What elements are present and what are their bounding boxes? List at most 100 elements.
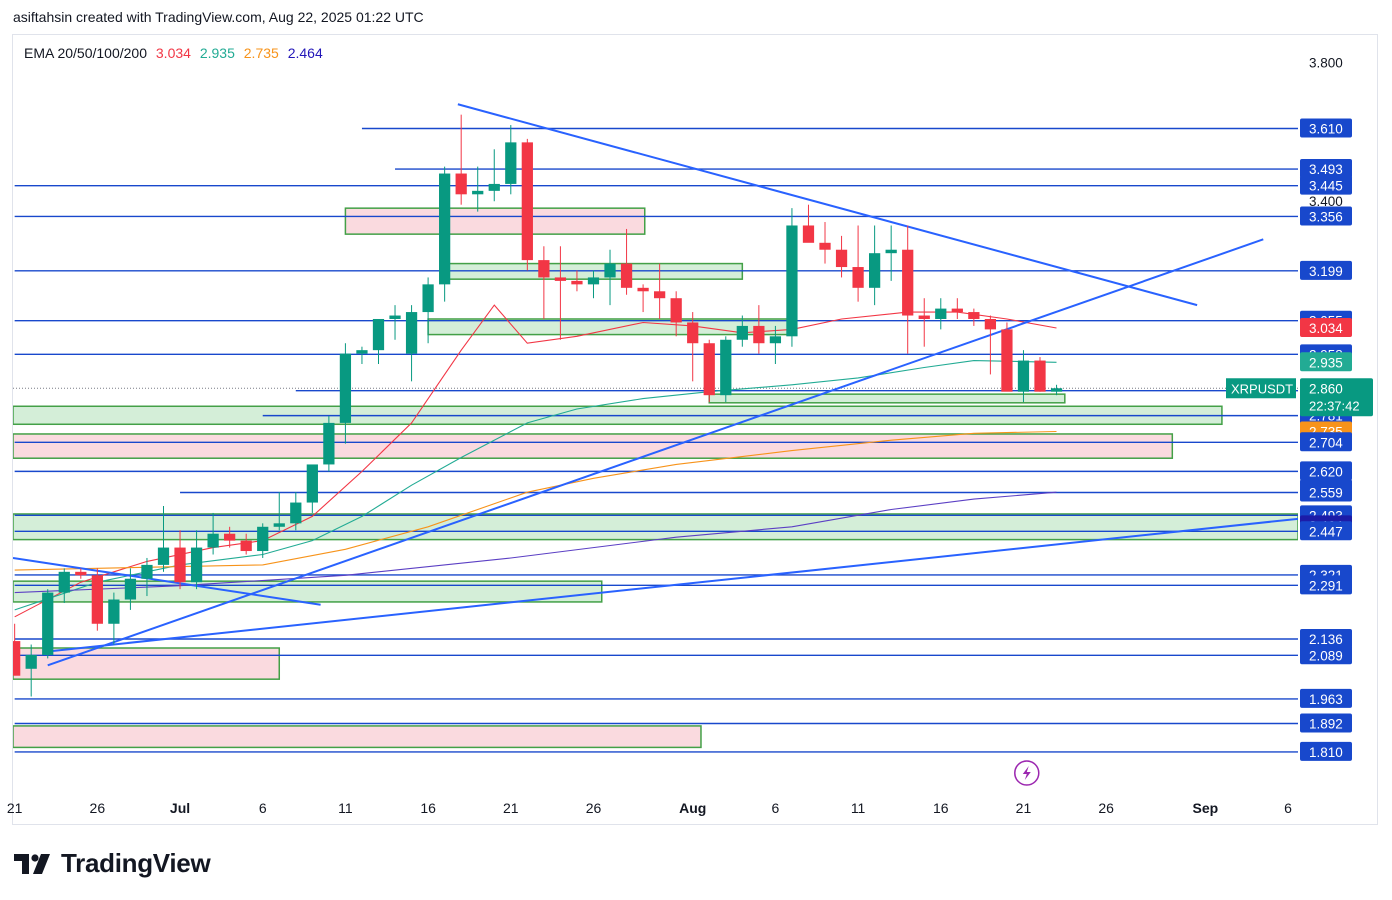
candle-body — [753, 325, 765, 344]
price-axis-label: 3.800 — [1309, 56, 1343, 71]
price-axis-label: 3.034 — [1309, 321, 1343, 336]
time-axis-label: 21 — [7, 800, 23, 816]
countdown-label: 22:37:42 — [1309, 398, 1360, 413]
price-axis-label: 3.356 — [1309, 209, 1343, 224]
candle-body — [108, 599, 120, 624]
candle-body — [968, 312, 980, 319]
support-zone-3 — [708, 393, 1066, 404]
time-axis-label: 26 — [586, 800, 602, 816]
legend-value-ema200: 2.464 — [287, 45, 323, 61]
time-axis-label: 16 — [420, 800, 436, 816]
price-axis-label: 3.445 — [1309, 179, 1343, 194]
price-axis-label: 2.559 — [1309, 486, 1343, 501]
candle-body — [405, 312, 418, 354]
candle-body — [439, 173, 451, 285]
candle-body — [670, 298, 682, 323]
candle-body — [869, 253, 881, 288]
price-axis-label: 2.620 — [1309, 464, 1343, 479]
candle-body — [91, 575, 103, 624]
candle-body — [703, 343, 715, 396]
candle-body — [720, 339, 732, 396]
price-axis-label: 2.136 — [1309, 632, 1343, 647]
candle-body — [58, 571, 70, 593]
candle-body — [190, 547, 203, 583]
price-axis-label: 1.892 — [1309, 717, 1343, 732]
price-axis-label: 3.493 — [1309, 162, 1343, 177]
candle-body — [769, 336, 782, 344]
legend-value-ema50: 2.935 — [199, 45, 235, 61]
legend-value-ema20: 3.034 — [155, 45, 191, 61]
candle-body — [538, 260, 550, 278]
candle-body — [240, 540, 252, 552]
candle-body — [1017, 360, 1030, 392]
time-axis-label: Jul — [170, 800, 190, 816]
candle-body — [902, 249, 914, 316]
candle-body — [323, 422, 335, 465]
candle-body — [372, 318, 385, 351]
time-axis-label: 6 — [772, 800, 780, 816]
time-axis-label: Sep — [1193, 800, 1219, 816]
candle-body — [951, 308, 963, 313]
candle-body — [918, 315, 930, 319]
price-axis-label: 3.610 — [1309, 122, 1343, 137]
candle-body — [802, 225, 815, 243]
time-axis: 21 26 Jul 6 11 16 21 26 Aug 6 11 16 21 26 Sep 6 — [7, 800, 1292, 816]
candle-body — [207, 533, 219, 548]
candle-body — [786, 225, 798, 337]
candle-body — [174, 547, 186, 583]
time-axis-label: Aug — [679, 800, 706, 816]
brand[interactable]: TradingView — [14, 848, 211, 879]
tradingview-logo-icon — [14, 853, 50, 874]
ema-line — [14, 491, 1057, 594]
price-chart[interactable]: 3.8003.4003.6103.4933.4453.3563.1993.055… — [0, 0, 1392, 900]
candle-body — [587, 277, 600, 285]
candle-body — [1034, 360, 1046, 392]
time-axis-label: 16 — [933, 800, 949, 816]
ema-legend: EMA 20/50/100/200 3.034 2.935 2.735 2.46… — [24, 45, 328, 61]
support-zone-6 — [13, 513, 1298, 541]
price-axis-label: 2.447 — [1309, 524, 1343, 539]
candle-body — [1050, 388, 1063, 392]
candle-body — [885, 249, 897, 254]
price-axis-label: 1.810 — [1309, 745, 1343, 760]
price-axis-label: 1.963 — [1309, 692, 1343, 707]
price-axis-label: 2.291 — [1309, 578, 1343, 593]
candle-body — [157, 547, 170, 565]
price-axis-label: 2.935 — [1309, 355, 1343, 370]
candle-body — [339, 353, 352, 423]
candle-body — [521, 142, 533, 261]
ema-layer — [14, 304, 1057, 618]
candle-body — [819, 242, 831, 250]
candle-body — [13, 641, 21, 676]
candle-body — [935, 308, 947, 319]
time-axis-label: 11 — [851, 800, 866, 816]
last-price-label: 2.860 — [1309, 381, 1343, 396]
time-axis-label: 11 — [338, 800, 353, 816]
legend-value-ema100: 2.735 — [243, 45, 279, 61]
price-axis-label: 2.704 — [1309, 435, 1343, 450]
resistance-zone-9 — [13, 725, 702, 749]
time-axis-label: 26 — [1098, 800, 1114, 816]
candle-body — [124, 578, 137, 600]
time-axis-label: 6 — [1284, 800, 1292, 816]
candle-body — [42, 592, 54, 655]
candle-body — [257, 526, 269, 552]
candle-body — [637, 287, 649, 292]
candle-body — [290, 502, 302, 524]
candle-body — [1001, 329, 1013, 392]
candle-body — [389, 315, 401, 319]
symbol-label: XRPUSDT — [1231, 381, 1293, 396]
candle-body — [984, 318, 997, 330]
candle-body — [75, 571, 87, 576]
candle-body — [654, 291, 666, 299]
ema-line — [14, 304, 1057, 618]
candle-body — [852, 267, 864, 288]
price-axis-label: 3.199 — [1309, 264, 1343, 279]
candle-body — [835, 249, 848, 268]
time-axis-label: 21 — [1016, 800, 1032, 816]
resistance-zone-0 — [344, 207, 646, 235]
candle-body — [455, 173, 467, 195]
price-axis-label: 2.089 — [1309, 648, 1343, 663]
candle-body — [604, 263, 616, 278]
resistance-zone-5 — [13, 433, 1174, 459]
